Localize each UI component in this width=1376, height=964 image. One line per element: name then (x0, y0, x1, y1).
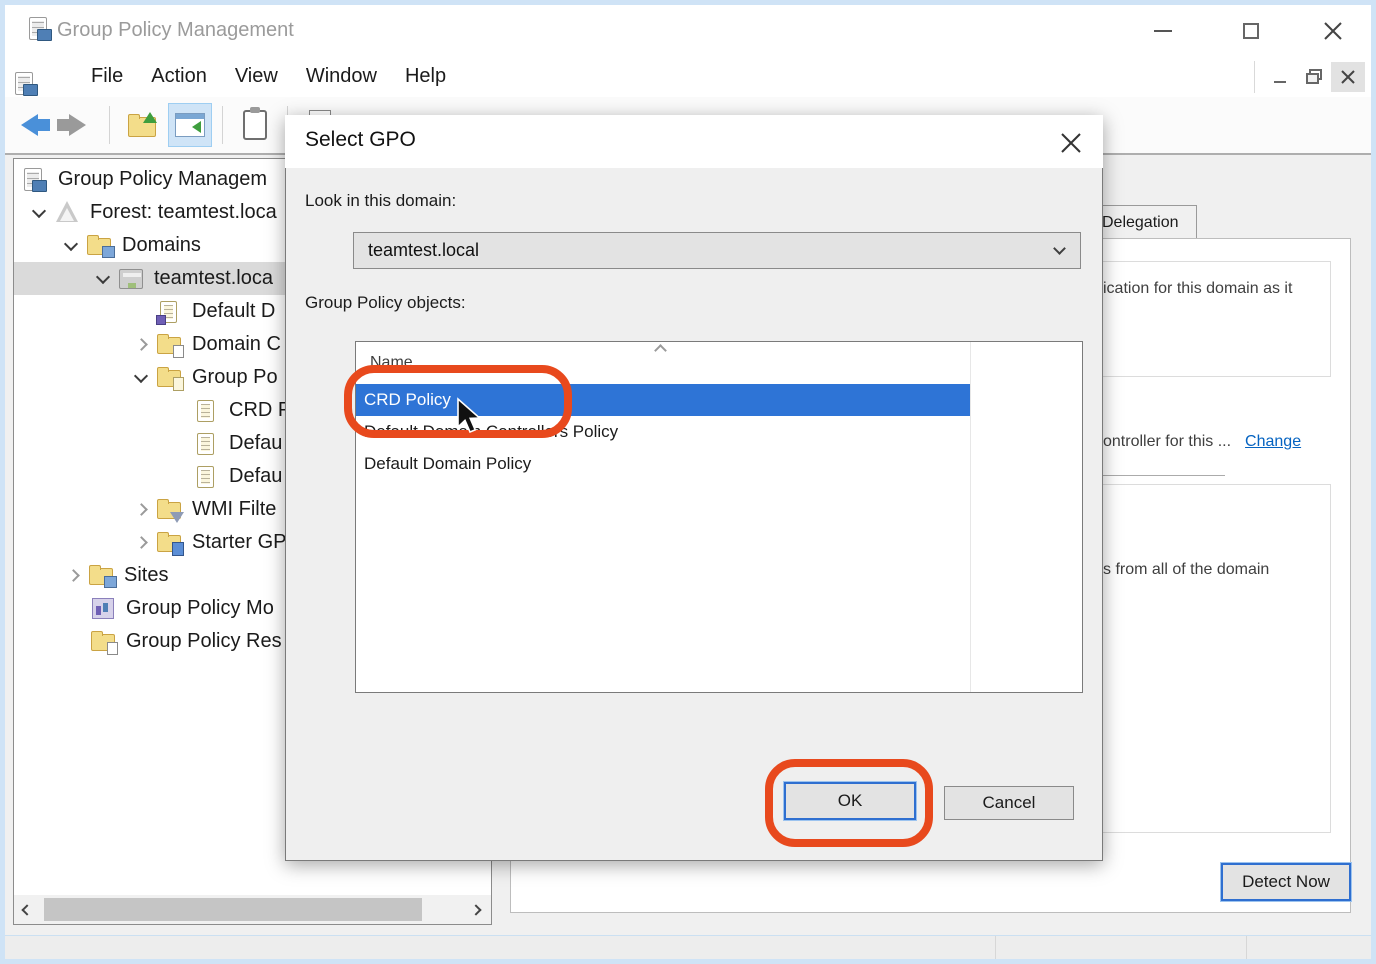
gpm-icon (22, 167, 50, 193)
window-title: Group Policy Management (57, 19, 294, 42)
child-close-icon (1341, 70, 1355, 84)
chevron-collapsed-icon[interactable] (58, 561, 88, 591)
chevron-collapsed-icon[interactable] (126, 528, 156, 558)
clipboard-icon (243, 110, 267, 140)
tab-label: Delegation (1102, 214, 1179, 232)
chevron-collapsed-icon[interactable] (126, 330, 156, 360)
menu-action[interactable]: Action (137, 59, 221, 94)
maximize-button[interactable] (1223, 13, 1279, 49)
sites-folder-icon (88, 563, 116, 589)
tree-item-label: Default D (192, 300, 275, 323)
tree-item-label: Sites (124, 564, 168, 587)
tree-item-label: Group Po (192, 366, 278, 389)
domain-combobox-value: teamtest.local (368, 240, 1055, 261)
tree-item-label: Group Policy Managem (58, 168, 267, 191)
sort-ascending-icon (654, 344, 667, 357)
menu-view[interactable]: View (221, 59, 292, 94)
tree-item-label: Group Policy Res (126, 630, 282, 653)
domain-combobox[interactable]: teamtest.local (353, 232, 1081, 269)
gp-results-folder-icon (90, 629, 118, 655)
close-icon (1323, 21, 1343, 41)
tree-item-label: Domain C (192, 333, 281, 356)
domain-icon (118, 266, 146, 292)
tree-item-label: Defau (229, 432, 282, 455)
console-tree-icon (175, 113, 205, 137)
cancel-button[interactable]: Cancel (944, 786, 1074, 820)
status-text-fragment-3: s from all of the domain (1103, 561, 1269, 579)
tree-item-label: Group Policy Mo (126, 597, 274, 620)
scroll-left-icon[interactable] (14, 897, 40, 923)
scroll-right-icon[interactable] (463, 897, 489, 923)
menu-help[interactable]: Help (391, 59, 460, 94)
status-text-fragment-1: ication for this domain as it (1103, 280, 1292, 298)
child-window-controls (1254, 61, 1365, 93)
look-in-domain-label: Look in this domain: (305, 191, 456, 211)
window-titlebar: Group Policy Management (5, 5, 1371, 55)
menu-window[interactable]: Window (292, 59, 391, 94)
forward-button[interactable] (55, 103, 99, 147)
chevron-down-icon (1053, 242, 1066, 255)
app-icon (27, 16, 55, 42)
gp-modeling-icon (90, 596, 118, 622)
tree-item-label: teamtest.loca (154, 267, 273, 290)
column-divider (970, 342, 971, 692)
domains-folder-icon (86, 233, 114, 259)
up-level-icon (127, 112, 157, 138)
forward-icon (69, 114, 86, 136)
scrollbar-thumb[interactable] (44, 898, 422, 921)
mouse-cursor (456, 397, 486, 435)
annotation-circle-ok (765, 759, 933, 847)
console-tree-toggle-button[interactable] (168, 103, 212, 147)
chevron-expanded-icon[interactable] (88, 264, 118, 294)
tree-item-label: Forest: teamtest.loca (90, 201, 277, 224)
restore-icon (1306, 69, 1322, 85)
chevron-expanded-icon[interactable] (126, 363, 156, 393)
tree-item-label: Domains (122, 234, 201, 257)
cancel-label: Cancel (983, 793, 1036, 813)
back-icon (21, 114, 38, 136)
tree-item-label: Defau (229, 465, 282, 488)
dialog-title: Select GPO (305, 128, 416, 152)
detect-now-label: Detect Now (1242, 872, 1330, 892)
ou-folder-icon (156, 332, 184, 358)
dialog-close-icon (1060, 132, 1082, 154)
close-button[interactable] (1305, 13, 1361, 49)
starter-gpos-folder-icon (156, 530, 184, 556)
gpo-objects-label: Group Policy objects: (305, 293, 466, 313)
list-item-label: Default Domain Policy (364, 454, 531, 474)
chevron-collapsed-icon[interactable] (126, 495, 156, 525)
baseline-dc-row: ontroller for this ... Change (1103, 433, 1301, 451)
gpo-folder-icon (156, 365, 184, 391)
forest-icon (54, 200, 82, 226)
back-button[interactable] (7, 103, 51, 147)
wmi-filters-folder-icon (156, 497, 184, 523)
gpo-icon (193, 464, 221, 490)
child-close-button[interactable] (1331, 62, 1365, 92)
chevron-expanded-icon[interactable] (56, 231, 86, 261)
change-link[interactable]: Change (1245, 433, 1301, 451)
up-level-button[interactable] (120, 103, 164, 147)
detect-now-button[interactable]: Detect Now (1221, 863, 1351, 901)
child-restore-button[interactable] (1297, 62, 1331, 92)
dialog-close-button[interactable] (1049, 123, 1093, 163)
menu-file[interactable]: File (77, 59, 137, 94)
status-text-fragment-2: ontroller for this ... (1103, 433, 1231, 451)
statusbar (5, 935, 1371, 959)
gpo-icon (193, 398, 221, 424)
gpo-icon (193, 431, 221, 457)
tree-item-label: WMI Filte (192, 498, 276, 521)
gpo-link-icon (156, 299, 184, 325)
group-policy-management-window: Group Policy Management File Action View… (0, 0, 1376, 964)
child-minimize-button[interactable] (1263, 62, 1297, 92)
chevron-expanded-icon[interactable] (24, 198, 54, 228)
tree-horizontal-scrollbar[interactable] (14, 895, 491, 924)
properties-button[interactable] (233, 103, 277, 147)
tree-item-label: Starter GP (192, 531, 286, 554)
menubar: File Action View Window Help (5, 55, 1371, 97)
console-icon (13, 71, 41, 97)
list-item-default-domain-policy[interactable]: Default Domain Policy (356, 448, 970, 480)
tree-item-label: CRD P (229, 399, 291, 422)
minimize-button[interactable] (1135, 13, 1191, 49)
